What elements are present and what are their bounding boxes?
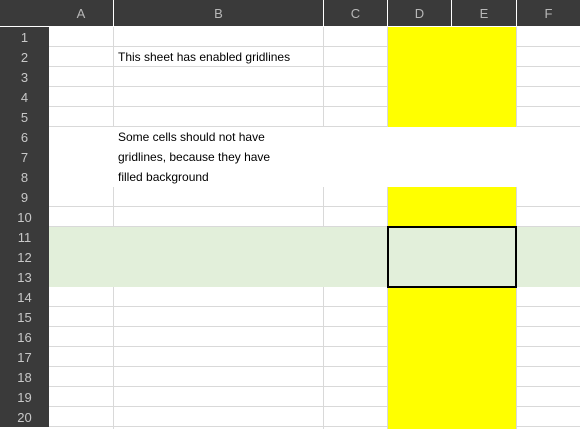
column-header-b[interactable]: B xyxy=(114,0,323,26)
column-header-c[interactable]: C xyxy=(324,0,387,26)
row-header-1[interactable]: 1 xyxy=(0,27,49,47)
row-header-2[interactable]: 2 xyxy=(0,47,49,67)
column-header-e[interactable]: E xyxy=(452,0,516,26)
row-header-20[interactable]: 20 xyxy=(0,407,49,427)
row-header-8[interactable]: 8 xyxy=(0,167,49,187)
column-header-d[interactable]: D xyxy=(388,0,451,26)
row-header-13[interactable]: 13 xyxy=(0,267,49,287)
row-header-4[interactable]: 4 xyxy=(0,87,49,107)
yellow-filled-range-middle xyxy=(388,187,516,227)
row-header-6[interactable]: 6 xyxy=(0,127,49,147)
spreadsheet: A B C D E F 1 2 3 4 5 6 7 8 9 10 11 12 1… xyxy=(0,0,580,429)
cell-b7[interactable]: gridlines, because they have xyxy=(118,147,270,167)
cell-b8[interactable]: filled background xyxy=(118,167,209,187)
row-header-19[interactable]: 19 xyxy=(0,387,49,407)
yellow-filled-range-top xyxy=(388,27,516,127)
row-header-9[interactable]: 9 xyxy=(0,187,49,207)
selected-cell-range[interactable] xyxy=(387,226,517,288)
row-header-17[interactable]: 17 xyxy=(0,347,49,367)
column-header-a[interactable]: A xyxy=(49,0,113,26)
row-header-16[interactable]: 16 xyxy=(0,327,49,347)
row-header-11[interactable]: 11 xyxy=(0,227,49,247)
row-header-7[interactable]: 7 xyxy=(0,147,49,167)
row-header-15[interactable]: 15 xyxy=(0,307,49,327)
cell-b6[interactable]: Some cells should not have xyxy=(118,127,265,147)
select-all-corner[interactable] xyxy=(0,0,49,26)
row-header-18[interactable]: 18 xyxy=(0,367,49,387)
cell-grid[interactable]: This sheet has enabled gridlines Some ce… xyxy=(49,27,580,429)
row-header-3[interactable]: 3 xyxy=(0,67,49,87)
row-header-5[interactable]: 5 xyxy=(0,107,49,127)
yellow-filled-range-bottom xyxy=(388,287,516,429)
column-header-f[interactable]: F xyxy=(517,0,580,26)
row-header-10[interactable]: 10 xyxy=(0,207,49,227)
row-header-12[interactable]: 12 xyxy=(0,247,49,267)
row-header-14[interactable]: 14 xyxy=(0,287,49,307)
cell-b2[interactable]: This sheet has enabled gridlines xyxy=(118,47,290,67)
